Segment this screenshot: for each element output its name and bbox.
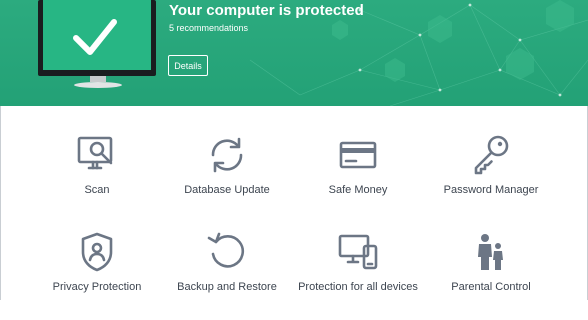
tile-label: Password Manager bbox=[443, 184, 539, 196]
credit-card-icon bbox=[339, 141, 377, 169]
tile-label: Database Update bbox=[184, 184, 270, 196]
tile-safe-money[interactable]: Safe Money bbox=[288, 133, 428, 223]
details-button[interactable]: Details bbox=[168, 55, 208, 76]
protected-monitor-icon bbox=[38, 0, 156, 88]
tile-database-update[interactable]: Database Update bbox=[157, 133, 297, 223]
status-banner: Your computer is protected 5 recommendat… bbox=[0, 0, 588, 106]
tile-label: Scan bbox=[84, 184, 110, 196]
tile-label: Safe Money bbox=[328, 184, 388, 196]
restore-arrow-icon bbox=[207, 232, 245, 268]
tile-label: Backup and Restore bbox=[177, 281, 277, 293]
tile-label: Parental Control bbox=[451, 281, 531, 293]
window-border-left bbox=[0, 106, 1, 300]
tile-label: Protection for all devices bbox=[298, 281, 418, 293]
shield-user-icon bbox=[81, 232, 113, 272]
tile-password-manager[interactable]: Password Manager bbox=[421, 133, 561, 223]
status-title: Your computer is protected bbox=[169, 2, 364, 19]
refresh-arrows-icon bbox=[211, 137, 243, 173]
tile-parental-control[interactable]: Parental Control bbox=[421, 230, 561, 320]
recommendations-link[interactable]: 5 recommendations bbox=[169, 23, 248, 33]
family-icon bbox=[478, 234, 503, 270]
scan-monitor-magnifier-icon bbox=[77, 136, 113, 170]
monitor-phone-icon bbox=[338, 234, 378, 270]
tile-protection-all-devices[interactable]: Protection for all devices bbox=[288, 230, 428, 320]
tile-backup-restore[interactable]: Backup and Restore bbox=[157, 230, 297, 320]
tile-label: Privacy Protection bbox=[52, 281, 142, 293]
tile-privacy-protection[interactable]: Privacy Protection bbox=[27, 230, 167, 320]
key-icon bbox=[474, 135, 509, 175]
tile-scan[interactable]: Scan bbox=[27, 133, 167, 223]
